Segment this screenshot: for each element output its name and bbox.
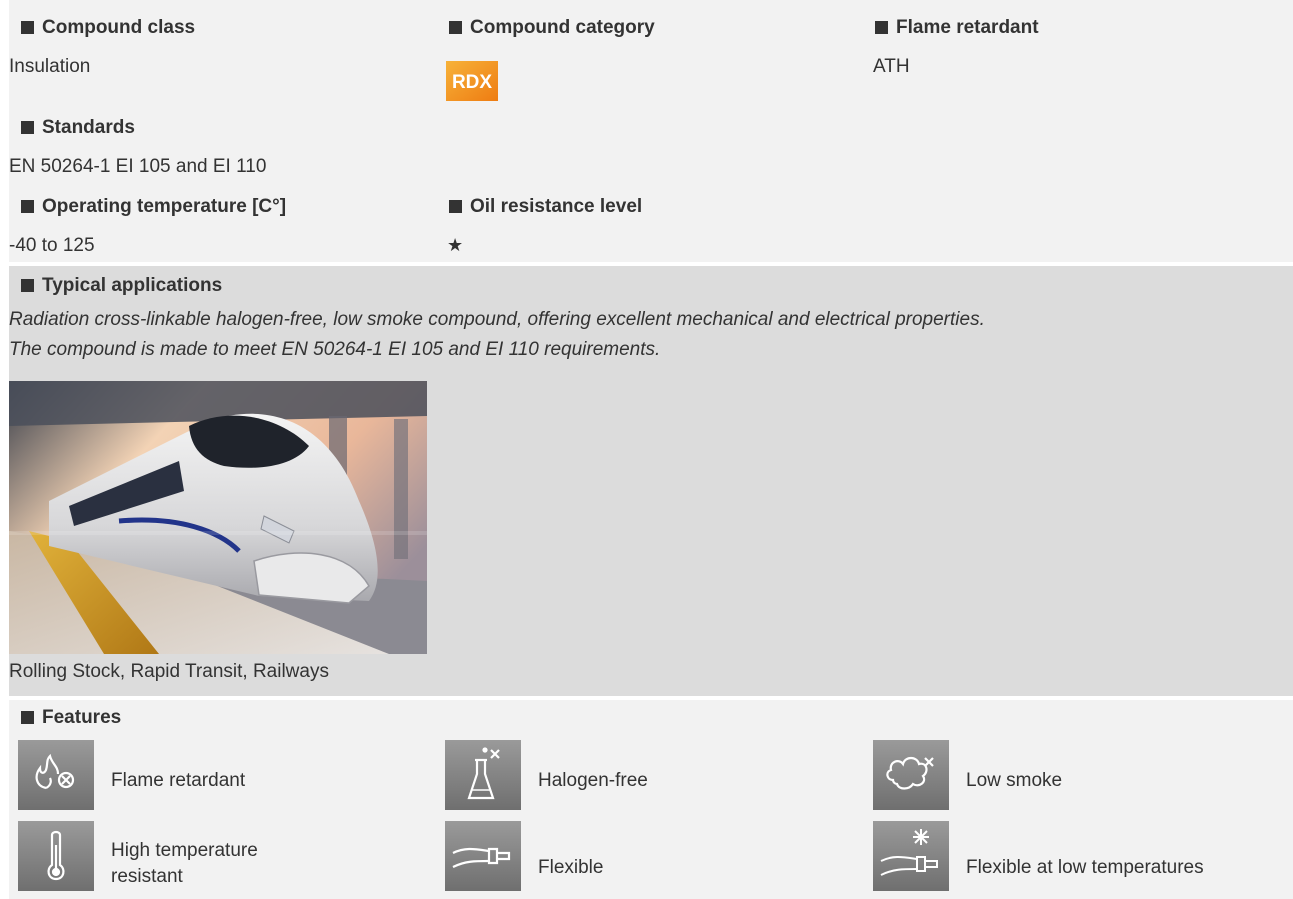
flexible-low-temperature-icon bbox=[873, 821, 949, 891]
operating-temperature-heading: Operating temperature [C°] bbox=[21, 195, 286, 219]
feature-label: High temperature resistant bbox=[111, 838, 258, 890]
oil-resistance-heading: Oil resistance level bbox=[449, 195, 642, 219]
bullet-square-icon bbox=[449, 200, 462, 213]
product-datasheet: Compound class Insulation Compound categ… bbox=[0, 0, 1293, 899]
feature-label-line: resistant bbox=[111, 866, 183, 887]
description-line: Radiation cross-linkable halogen-free, l… bbox=[9, 309, 985, 330]
feature-label: Flexible bbox=[538, 857, 604, 878]
standards-heading: Standards bbox=[21, 116, 135, 140]
features-heading: Features bbox=[21, 706, 121, 730]
feature-label: Flexible at low temperatures bbox=[966, 857, 1204, 878]
halogen-free-icon bbox=[445, 740, 521, 810]
feature-label-line: High temperature bbox=[111, 840, 258, 861]
compound-class-heading: Compound class bbox=[21, 16, 195, 40]
bullet-square-icon bbox=[21, 121, 34, 134]
flame-retardant-value: ATH bbox=[873, 56, 910, 77]
feature-label: Low smoke bbox=[966, 770, 1063, 791]
flame-retardant-icon bbox=[18, 740, 94, 810]
flexible-cable-icon bbox=[445, 821, 521, 891]
standards-value: EN 50264-1 EI 105 and EI 110 bbox=[9, 156, 267, 177]
bullet-square-icon bbox=[875, 21, 888, 34]
feature-label: Flame retardant bbox=[111, 770, 246, 791]
bullet-square-icon bbox=[21, 279, 34, 292]
thermometer-icon bbox=[18, 821, 94, 891]
applications-caption: Rolling Stock, Rapid Transit, Railways bbox=[9, 661, 329, 682]
oil-resistance-star-rating: ★ bbox=[447, 235, 464, 255]
badge-text: RDX bbox=[452, 72, 492, 93]
rdx-category-badge: RDX bbox=[446, 61, 498, 101]
bullet-square-icon bbox=[21, 711, 34, 724]
compound-class-value: Insulation bbox=[9, 56, 91, 77]
properties-section: Compound class Insulation Compound categ… bbox=[9, 0, 1293, 262]
description-line: The compound is made to meet EN 50264-1 … bbox=[9, 339, 661, 360]
bullet-square-icon bbox=[449, 21, 462, 34]
low-smoke-icon bbox=[873, 740, 949, 810]
bullet-square-icon bbox=[21, 200, 34, 213]
features-section: Features Flame retardant Halogen-free Lo… bbox=[9, 700, 1293, 899]
compound-category-heading: Compound category bbox=[449, 16, 655, 40]
feature-label: Halogen-free bbox=[538, 770, 648, 791]
high-speed-train-photo bbox=[9, 381, 427, 654]
operating-temperature-value: -40 to 125 bbox=[9, 235, 95, 256]
typical-applications-heading: Typical applications bbox=[21, 274, 222, 298]
bullet-square-icon bbox=[21, 21, 34, 34]
flame-retardant-heading: Flame retardant bbox=[875, 16, 1039, 40]
applications-description: Radiation cross-linkable halogen-free, l… bbox=[9, 305, 1293, 365]
